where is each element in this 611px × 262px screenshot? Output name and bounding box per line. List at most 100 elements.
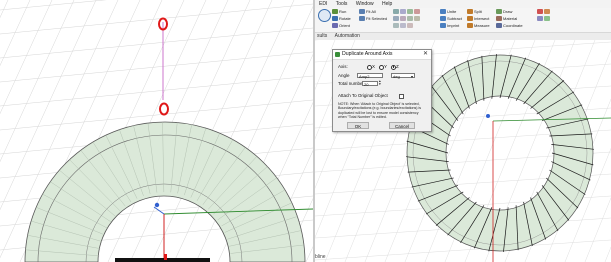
tab-bar: sults Automation	[315, 33, 611, 40]
cylinder-icon	[400, 9, 406, 15]
angle-input[interactable]: Amp2	[357, 72, 383, 79]
spline-icon	[414, 16, 420, 22]
grid-line	[0, 75, 313, 107]
intersect-label: Intersect	[474, 16, 490, 21]
split-button[interactable]: Split	[467, 9, 482, 15]
menu-tools[interactable]: Tools	[336, 1, 348, 7]
rotate-label: Rotate	[339, 16, 351, 21]
ellipse-icon	[407, 23, 413, 29]
extra-tools-row2[interactable]	[537, 16, 551, 22]
menu-help[interactable]: Help	[382, 1, 392, 7]
tab-automation[interactable]: Automation	[335, 33, 360, 39]
circle-icon	[400, 23, 406, 29]
torus-outer-ring	[24, 121, 306, 262]
duplicate-around-axis-dialog: Duplicate Around Axis ✕ Axis: X Y Z Angl…	[332, 49, 432, 132]
angle-unit-value: deg	[393, 73, 400, 79]
ribbon-toolbar: Run Rotate Orient Fit All Fit Selected U…	[315, 8, 611, 33]
material-icon	[496, 16, 502, 22]
rotate-icon	[332, 16, 338, 22]
measure-button[interactable]: Measure	[467, 23, 490, 29]
fit-all-button[interactable]: Fit All	[359, 9, 376, 15]
coordinate-button[interactable]: Coordinate	[496, 23, 523, 29]
dialog-note: NOTE: When 'Attach to Original Object' i…	[338, 102, 422, 119]
subtract-icon	[440, 16, 446, 22]
material-label: Material	[503, 16, 518, 21]
torus-icon	[414, 9, 420, 15]
menu-edit[interactable]: EDI	[319, 1, 327, 7]
tab-results[interactable]: sults	[317, 33, 327, 39]
subtract-button[interactable]: Subtract	[440, 16, 462, 22]
extra-tools[interactable]	[537, 9, 551, 15]
draw-tools[interactable]	[393, 9, 421, 15]
orient-button[interactable]: Orient	[332, 23, 350, 29]
torus-ring	[406, 54, 594, 252]
draw-tools-row3[interactable]	[393, 23, 414, 29]
intersect-button[interactable]: Intersect	[467, 16, 489, 22]
arc-icon	[400, 16, 406, 22]
total-number-input[interactable]: 20	[362, 80, 378, 87]
grid-line	[0, 0, 9, 19]
unite-button[interactable]: Unite	[440, 9, 456, 15]
grid-line	[0, 3, 313, 35]
bottom-bar	[115, 258, 210, 262]
z-axis-marker-icon	[154, 202, 160, 208]
unite-label: Unite	[447, 9, 457, 14]
split-label: Split	[474, 9, 482, 14]
fit-selected-icon	[359, 16, 365, 22]
run-button[interactable]: Run	[332, 9, 346, 15]
bottom-stub-text: bline	[315, 254, 326, 260]
fit-all-icon	[359, 9, 365, 15]
magnifier-icon	[318, 9, 331, 22]
menu-window[interactable]: Window	[356, 1, 374, 7]
fit-selected-button[interactable]: Fit Selected	[359, 16, 387, 22]
run-label: Run	[339, 9, 347, 14]
draw-label: Draw	[503, 9, 513, 14]
total-number-spinner[interactable]: ▴ ▾	[379, 79, 381, 86]
chevron-down-icon: ▾	[410, 73, 413, 79]
dialog-title: Duplicate Around Axis	[342, 51, 393, 57]
imprint-button[interactable]: Imprint	[440, 23, 459, 29]
attach-label: Attach To Original Object	[338, 93, 388, 98]
imprint-label: Imprint	[447, 23, 460, 28]
fit-all-label: Fit All	[366, 9, 376, 14]
orient-label: Orient	[339, 23, 350, 28]
split-icon	[467, 9, 473, 15]
rectangle-icon	[393, 23, 399, 29]
zoom-button[interactable]	[318, 9, 332, 22]
orient-icon	[332, 23, 338, 29]
coordinate-label: Coordinate	[503, 23, 523, 28]
rotate-button[interactable]: Rotate	[332, 16, 351, 22]
material-button[interactable]: Material	[496, 16, 517, 22]
snap-icon	[544, 9, 550, 15]
inner-selection-marker[interactable]	[159, 102, 169, 116]
axis-x-label: X	[372, 64, 376, 69]
sphere-icon	[407, 9, 413, 15]
cancel-button[interactable]: Cancel	[389, 122, 415, 129]
run-icon	[332, 9, 338, 15]
z-axis-marker-icon	[486, 114, 490, 118]
grid-line	[305, 246, 313, 262]
axis-label: Axis:	[338, 64, 348, 69]
imprint-icon	[440, 23, 446, 29]
axis-y-label: Y	[384, 64, 388, 69]
angle-unit-select[interactable]: deg ▾	[391, 72, 415, 79]
menu-bar: EDI Tools Window Help	[315, 0, 611, 8]
measure-icon	[467, 23, 473, 29]
close-icon[interactable]: ✕	[423, 51, 428, 58]
draw-button[interactable]: Draw	[496, 9, 512, 15]
attach-checkbox[interactable]	[399, 93, 404, 99]
dialog-title-bar[interactable]: Duplicate Around Axis ✕	[333, 50, 431, 60]
axis-z-label: Z	[396, 64, 399, 69]
plane-icon	[537, 16, 543, 22]
left-3d-viewport[interactable]	[0, 0, 313, 262]
line-icon	[393, 16, 399, 22]
draw-tools-row2[interactable]	[393, 16, 421, 22]
total-number-label: Total number	[338, 81, 365, 86]
grid-line	[0, 27, 313, 59]
coordinate-icon	[496, 23, 502, 29]
grid-line	[0, 51, 313, 83]
y-axis-tip	[164, 254, 167, 260]
right-app-window: EDI Tools Window Help Run Rotate Orient …	[315, 0, 611, 262]
ok-button[interactable]: OK	[347, 122, 369, 129]
left-model-canvas[interactable]	[0, 0, 313, 262]
